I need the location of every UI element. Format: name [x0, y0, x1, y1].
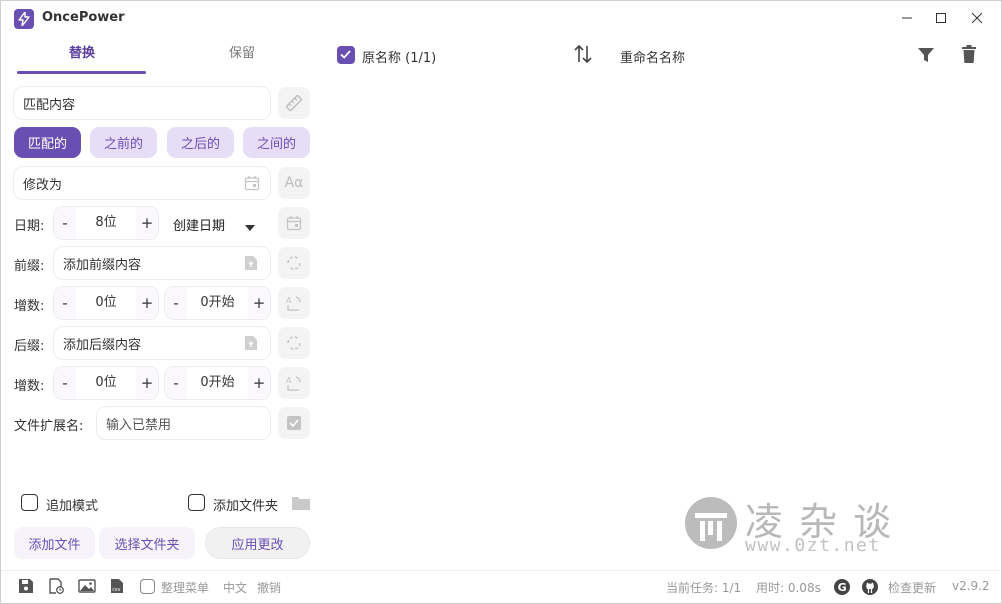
mode-after-button[interactable]: 之后的: [167, 127, 234, 158]
prefix-placeholder: 添加前缀内容: [63, 257, 142, 273]
text-case-icon[interactable]: Aα: [278, 167, 310, 199]
trash-icon[interactable]: [961, 45, 977, 68]
extension-placeholder: 输入已禁用: [106, 417, 172, 433]
mode-between-button[interactable]: 之间的: [243, 127, 310, 158]
date-digits-value[interactable]: 8位: [76, 207, 136, 239]
match-content-placeholder: 匹配内容: [23, 97, 76, 113]
date-type-select[interactable]: 创建日期: [173, 215, 225, 234]
increment-start-plus-button[interactable]: +: [248, 367, 270, 399]
watermark-logo: 凌 杂 谈 www.0zt.net: [681, 491, 921, 557]
csv-file-icon[interactable]: csv: [109, 578, 127, 596]
date-label: 日期:: [14, 219, 45, 234]
file-clock-icon[interactable]: [48, 578, 66, 596]
increment-digits-stepper[interactable]: - 0位 +: [53, 286, 159, 320]
date-digits-stepper[interactable]: - 8位 +: [53, 206, 159, 240]
refresh-icon[interactable]: [278, 247, 310, 279]
mode-matched-button[interactable]: 匹配的: [14, 127, 81, 158]
match-content-input[interactable]: 匹配内容: [13, 86, 271, 120]
select-folder-button[interactable]: 选择文件夹: [99, 527, 195, 559]
apply-changes-button[interactable]: 应用更改: [205, 527, 310, 559]
elapsed-time-text: 用时: 0.08s: [756, 581, 821, 595]
watermark-url: www.0zt.net: [745, 535, 881, 556]
increment-digits-value[interactable]: 0位: [76, 287, 136, 319]
increment-digits-value[interactable]: 0位: [76, 367, 136, 399]
increment-label: 增数:: [14, 379, 45, 394]
prefix-input[interactable]: 添加前缀内容: [53, 246, 271, 280]
increment-start-plus-button[interactable]: +: [248, 287, 270, 319]
file-upload-icon[interactable]: [244, 335, 260, 351]
mode-before-button[interactable]: 之前的: [90, 127, 157, 158]
current-task-text: 当前任务: 1/1: [666, 581, 742, 595]
google-icon[interactable]: G: [833, 578, 851, 596]
suffix-placeholder: 添加后缀内容: [63, 337, 142, 353]
check-update-button[interactable]: 检查更新: [888, 579, 936, 596]
add-folder-label: 添加文件夹: [213, 499, 279, 514]
undo-button[interactable]: 撤销: [257, 579, 281, 596]
increment-digits-stepper[interactable]: - 0位 +: [53, 366, 159, 400]
calendar-icon[interactable]: [244, 175, 260, 191]
renamed-name-header: 重命名名称: [620, 51, 686, 66]
app-logo-icon: [14, 9, 34, 29]
modify-to-placeholder: 修改为: [23, 177, 63, 193]
extension-label: 文件扩展名:: [14, 419, 84, 434]
sort-alpha-icon[interactable]: A: [278, 287, 310, 319]
calendar-icon[interactable]: [278, 207, 310, 239]
version-text: v2.9.2: [952, 579, 990, 593]
increment-start-value[interactable]: 0开始: [187, 367, 248, 399]
minimize-button[interactable]: [893, 7, 921, 29]
date-plus-button[interactable]: +: [136, 207, 158, 239]
folder-icon[interactable]: [291, 495, 311, 515]
svg-text:A: A: [286, 296, 292, 305]
app-window: OncePower 替换 保留 匹配内容 匹配的 之前的 之后的 之间的 修改为…: [0, 0, 1002, 604]
tab-replace[interactable]: 替换: [18, 41, 146, 75]
svg-text:csv: csv: [112, 587, 120, 593]
increment-start-minus-button[interactable]: -: [165, 367, 187, 399]
image-icon[interactable]: [78, 578, 96, 596]
increment-start-minus-button[interactable]: -: [165, 287, 187, 319]
increment-digits-minus-button[interactable]: -: [54, 287, 76, 319]
extension-input[interactable]: 输入已禁用: [96, 406, 271, 440]
filter-icon[interactable]: [917, 46, 935, 68]
statusbar-divider: [1, 570, 1001, 571]
swap-sort-icon[interactable]: [572, 43, 594, 69]
sort-alpha-icon[interactable]: A: [278, 367, 310, 399]
close-button[interactable]: [963, 7, 991, 29]
original-name-header: 原名称 (1/1): [362, 51, 437, 66]
save-icon[interactable]: [18, 578, 36, 596]
maximize-button[interactable]: [927, 7, 955, 29]
app-title: OncePower: [42, 10, 125, 25]
language-button[interactable]: 中文: [223, 579, 247, 596]
title-bar: OncePower: [1, 1, 1001, 35]
increment-digits-plus-button[interactable]: +: [136, 367, 158, 399]
chevron-down-icon[interactable]: [245, 220, 255, 235]
ruler-icon[interactable]: [278, 87, 310, 119]
append-mode-checkbox[interactable]: [21, 494, 38, 511]
refresh-icon[interactable]: [278, 327, 310, 359]
svg-text:G: G: [838, 581, 847, 594]
add-files-button[interactable]: 添加文件: [14, 527, 95, 559]
file-upload-icon[interactable]: [244, 255, 260, 271]
modify-to-input[interactable]: 修改为: [13, 166, 271, 200]
append-mode-label: 追加模式: [46, 499, 99, 514]
suffix-input[interactable]: 添加后缀内容: [53, 326, 271, 360]
organize-menu-checkbox[interactable]: [140, 579, 155, 594]
increment-start-value[interactable]: 0开始: [187, 287, 248, 319]
checkbox-icon[interactable]: [278, 407, 310, 439]
increment-digits-minus-button[interactable]: -: [54, 367, 76, 399]
prefix-label: 前缀:: [14, 259, 45, 274]
suffix-label: 后缀:: [14, 339, 45, 354]
svg-text:A: A: [286, 376, 292, 385]
increment-start-stepper[interactable]: - 0开始 +: [164, 286, 271, 320]
date-minus-button[interactable]: -: [54, 207, 76, 239]
organize-menu-label: 整理菜单: [161, 581, 210, 595]
github-icon[interactable]: [861, 578, 879, 596]
increment-label: 增数:: [14, 299, 45, 314]
increment-digits-plus-button[interactable]: +: [136, 287, 158, 319]
add-folder-checkbox[interactable]: [188, 494, 205, 511]
tab-keep[interactable]: 保留: [178, 41, 306, 75]
original-name-checkbox[interactable]: [337, 46, 355, 64]
increment-start-stepper[interactable]: - 0开始 +: [164, 366, 271, 400]
active-tab-indicator: [17, 71, 146, 74]
